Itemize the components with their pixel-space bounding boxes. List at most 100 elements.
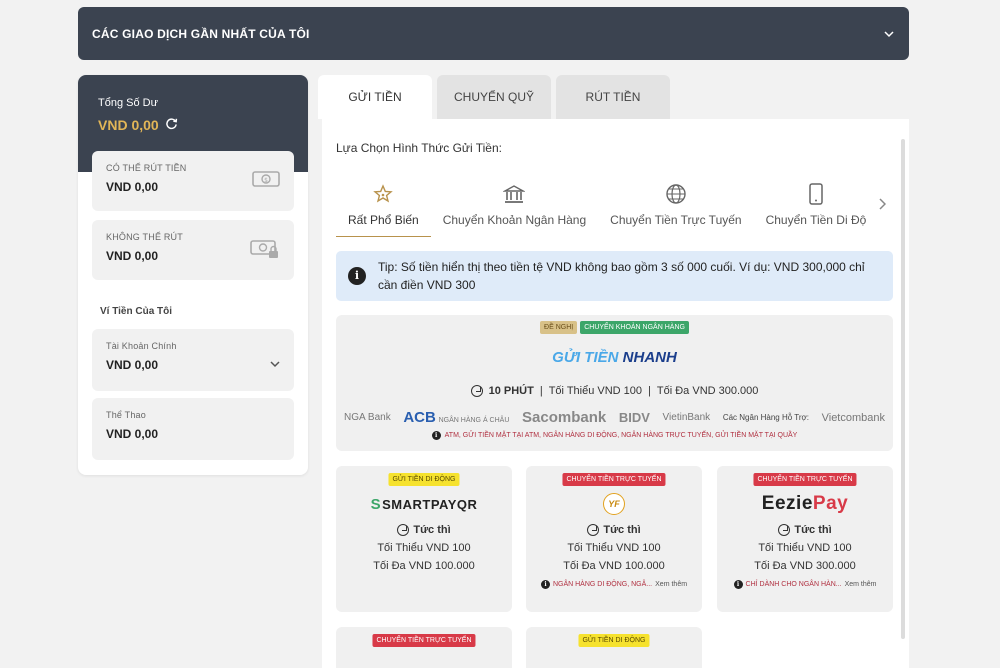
cash-icon: $ xyxy=(252,169,280,194)
bank-logo-sacombank: Sacombank xyxy=(522,409,607,426)
method-online-transfer[interactable]: Chuyển Tiền Trực Tuyến xyxy=(598,181,753,237)
clock-icon xyxy=(470,385,483,397)
clock-icon xyxy=(587,524,600,536)
eeziepay-logo-b: Pay xyxy=(812,493,849,514)
online-transfer-badge: CHUYỂN TIỀN TRỰC TUYẾN xyxy=(372,634,476,647)
info-icon: i xyxy=(431,431,441,440)
promo-note: i ATM, GỬI TIỀN MẶT TẠI ATM, NGÂN HÀNG D… xyxy=(336,431,893,440)
smartpayqr-logo: S SMARTPAYQR xyxy=(370,495,478,513)
total-balance-label: Tổng Số Dư xyxy=(98,97,158,109)
provider-min: Tối Thiểu VND 100 xyxy=(377,542,471,554)
chevron-down-icon[interactable] xyxy=(883,28,895,40)
yf-logo-text: YF xyxy=(603,493,625,515)
mobile-deposit-badge: GỬI TIỀN DI ĐỘNG xyxy=(578,634,650,647)
deposit-panel: Lựa Chọn Hình Thức Gửi Tiền: Rất Phổ Biế… xyxy=(322,119,909,668)
promo-time: 10 PHÚT xyxy=(488,385,534,397)
method-popular[interactable]: Rất Phổ Biến xyxy=(336,181,431,237)
total-balance: VND 0,00 xyxy=(98,117,288,133)
provider-time: Tức thì xyxy=(336,524,512,536)
withdrawable-card: CÓ THỂ RÚT TIỀN VND 0,00 $ xyxy=(92,151,294,211)
separator: | xyxy=(648,385,651,397)
refresh-icon[interactable] xyxy=(165,117,178,133)
transaction-tabs: GỬI TIỀN CHUYỂN QUỸ RÚT TIỀN xyxy=(318,75,670,119)
sports-wallet-card: Thể Thao VND 0,00 xyxy=(92,398,294,460)
promo-max: Tối Đa VND 300.000 xyxy=(656,385,759,397)
chevron-down-icon[interactable] xyxy=(270,355,280,373)
main-account-label: Tài Khoản Chính xyxy=(106,341,177,351)
acb-name: ACB xyxy=(403,409,436,426)
tip-text: Tip: Số tiền hiển thị theo tiền tệ VND k… xyxy=(378,260,865,292)
featured-deposit-card[interactable]: ĐỀ NGHỊ CHUYỂN KHOẢN NGÂN HÀNG GỬI TIỀN … xyxy=(336,315,893,451)
logo-part-b: NHANH xyxy=(622,349,677,366)
info-icon: i xyxy=(733,580,743,589)
provider-time-text: Tức thì xyxy=(603,524,641,536)
bank-logo-bidv: BIDV xyxy=(618,410,650,425)
provider-min: Tối Thiểu VND 100 xyxy=(758,542,852,554)
tab-transfer[interactable]: CHUYỂN QUỸ xyxy=(437,75,551,119)
recent-transactions-title: CÁC GIAO DỊCH GẦN NHẤT CỦA TÔI xyxy=(92,26,310,41)
clock-icon xyxy=(397,524,410,536)
provider-time: Tức thì xyxy=(717,524,893,536)
deposit-method-list: Rất Phổ Biến Chuyển Khoản Ngân Hàng Chuy… xyxy=(336,181,881,237)
promo-min: Tối Thiểu VND 100 xyxy=(548,385,643,397)
deposit-section-title: Lựa Chọn Hình Thức Gửi Tiền: xyxy=(336,141,502,155)
provider-max: Tối Đa VND 300.000 xyxy=(754,560,856,572)
provider-min: Tối Thiểu VND 100 xyxy=(567,542,661,554)
promo-note-text: ATM, GỬI TIỀN MẶT TẠI ATM, NGÂN HÀNG DI … xyxy=(444,432,798,439)
main-account-value: VND 0,00 xyxy=(106,358,159,372)
locked-cash-icon xyxy=(250,238,280,265)
tab-deposit[interactable]: GỬI TIỀN xyxy=(318,75,432,119)
see-more-link[interactable]: Xem thêm xyxy=(655,581,687,588)
method-bank-transfer[interactable]: Chuyển Khoản Ngân Hàng xyxy=(431,181,598,237)
separator: | xyxy=(539,385,543,397)
scrollbar[interactable] xyxy=(901,139,905,639)
eeziepay-logo: Eezie Pay xyxy=(717,492,893,516)
sports-wallet-value: VND 0,00 xyxy=(106,427,159,441)
mobile-deposit-badge: GỬI TIỀN DI ĐỘNG xyxy=(388,473,460,486)
star-icon xyxy=(373,181,394,207)
main-account-card[interactable]: Tài Khoản Chính VND 0,00 xyxy=(92,329,294,391)
provider-card-yf[interactable]: CHUYỂN TIỀN TRỰC TUYẾN YF Tức thì Tối Th… xyxy=(526,466,702,612)
clock-icon xyxy=(778,524,791,536)
info-icon: i xyxy=(348,267,366,285)
chevron-right-icon[interactable] xyxy=(878,197,887,215)
bank-icon xyxy=(503,181,526,207)
bank-transfer-badge: CHUYỂN KHOẢN NGÂN HÀNG xyxy=(580,321,689,334)
globe-icon xyxy=(665,181,687,207)
provider-time-text: Tức thì xyxy=(794,524,832,536)
online-transfer-badge: CHUYỂN TIỀN TRỰC TUYẾN xyxy=(562,473,666,486)
method-online-transfer-label: Chuyển Tiền Trực Tuyến xyxy=(610,213,742,227)
acb-subtitle: NGÂN HÀNG Á CHÂU xyxy=(438,417,510,424)
info-icon: i xyxy=(540,580,550,589)
provider-max: Tối Đa VND 100.000 xyxy=(563,560,665,572)
provider-note: i CHỈ DÀNH CHO NGÂN HÀN... Xem thêm xyxy=(717,580,893,589)
svg-text:$: $ xyxy=(264,177,268,184)
provider-time: Tức thì xyxy=(526,524,702,536)
yf-logo: YF xyxy=(526,492,702,516)
provider-card-smartpayqr[interactable]: GỬI TIỀN DI ĐỘNG S SMARTPAYQR Tức thì Tối… xyxy=(336,466,512,612)
provider-card-mobile[interactable]: GỬI TIỀN DI ĐỘNG xyxy=(526,627,702,668)
supported-banks-label: Các Ngân Hàng Hỗ Trợ: xyxy=(722,413,809,422)
total-balance-value: VND 0,00 xyxy=(98,117,159,133)
recent-transactions-bar[interactable]: CÁC GIAO DỊCH GẦN NHẤT CỦA TÔI xyxy=(78,7,909,60)
provider-note-text: CHỈ DÀNH CHO NGÂN HÀN... xyxy=(745,581,842,588)
method-popular-label: Rất Phổ Biến xyxy=(348,213,419,227)
method-mobile-transfer[interactable]: Chuyển Tiền Di Độ xyxy=(754,181,879,237)
tip-banner: i Tip: Số tiền hiển thị theo tiền tệ VND… xyxy=(336,251,893,301)
non-withdrawable-card: KHÔNG THỂ RÚT VND 0,00 xyxy=(92,220,294,280)
wallets-title: Ví Tiền Của Tôi xyxy=(100,306,173,317)
provider-note: i NGÂN HÀNG DI ĐỘNG, NGÂ... Xem thêm xyxy=(526,580,702,589)
balance-panel: Tổng Số Dư VND 0,00 CÓ THỂ RÚT TIỀN VND … xyxy=(78,75,308,475)
tab-withdraw[interactable]: RÚT TIỀN xyxy=(556,75,670,119)
phone-icon xyxy=(808,181,824,207)
provider-card-eeziepay[interactable]: CHUYỂN TIỀN TRỰC TUYẾN Eezie Pay Tức thì … xyxy=(717,466,893,612)
provider-card-online[interactable]: CHUYỂN TIỀN TRỰC TUYẾN xyxy=(336,627,512,668)
see-more-link[interactable]: Xem thêm xyxy=(845,581,877,588)
bank-logo-vietinbank: VietinBank xyxy=(662,412,711,423)
bank-logo-vietcombank: Vietcombank xyxy=(821,411,885,424)
online-transfer-badge: CHUYỂN TIỀN TRỰC TUYẾN xyxy=(753,473,857,486)
provider-note-text: NGÂN HÀNG DI ĐỘNG, NGÂ... xyxy=(552,581,653,588)
provider-time-text: Tức thì xyxy=(413,524,451,536)
eeziepay-logo-a: Eezie xyxy=(761,493,813,514)
bank-logo-acb: ACB NGÂN HÀNG Á CHÂU xyxy=(403,409,509,426)
